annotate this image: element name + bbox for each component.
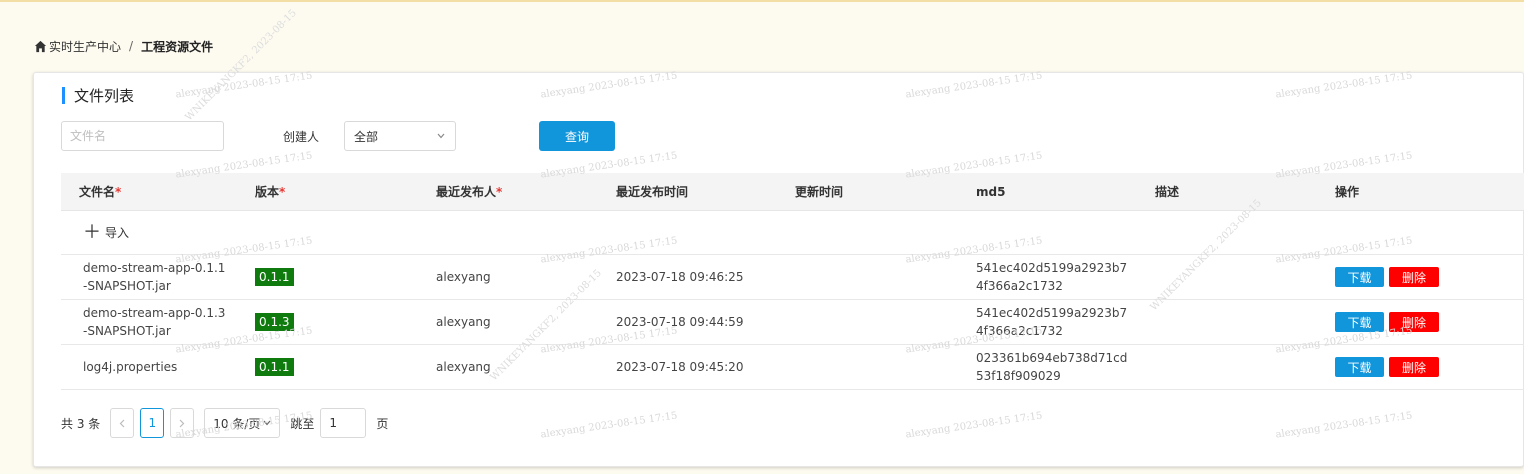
header-md5: md5 xyxy=(976,184,1006,199)
header-version: 版本 * xyxy=(255,184,286,199)
file-name: log4j.properties xyxy=(83,360,178,374)
publish-time: 2023-07-18 09:46:25 xyxy=(616,270,744,284)
card-title-text: 文件列表 xyxy=(74,86,135,105)
file-list-card: 文件列表 创建人 全部 查询 文件名* 版本* 最近发布人* 最近发布时间 更新… xyxy=(33,72,1524,467)
download-button[interactable]: 下载 xyxy=(1335,357,1384,377)
table-row: log4j.properties 0.1.1 alexyang 2023-07-… xyxy=(61,345,1524,390)
header-publish-time: 最近发布时间 xyxy=(616,184,689,199)
breadcrumb-separator: / xyxy=(129,39,134,53)
page-suffix: 页 xyxy=(376,416,389,431)
publisher: alexyang xyxy=(436,270,491,284)
download-button[interactable]: 下载 xyxy=(1335,312,1384,332)
breadcrumb-root[interactable]: 实时生产中心 xyxy=(49,38,121,55)
header-name: 文件名 * xyxy=(79,184,122,199)
creator-select[interactable]: 全部 xyxy=(344,121,456,151)
publisher: alexyang xyxy=(436,360,491,374)
filename-search-input[interactable] xyxy=(61,121,224,151)
header-update-time: 更新时间 xyxy=(795,184,844,199)
chevron-left-icon xyxy=(119,419,125,427)
header-description: 描述 xyxy=(1155,184,1180,199)
delete-button[interactable]: 删除 xyxy=(1389,312,1439,332)
table-header: 文件名 * 版本 * 最近发布人 * 最近发布时间 更新时间 md5 描述 操作 xyxy=(61,173,1524,211)
import-label: 导入 xyxy=(105,225,130,240)
page-size-select[interactable]: 10 条/页 xyxy=(204,408,281,438)
top-accent-line xyxy=(0,0,1524,2)
md5-value: 023361b694eb738d71cd 53f18f909029 xyxy=(976,351,1128,383)
file-name: demo-stream-app-0.1.1 -SNAPSHOT.jar xyxy=(83,261,226,293)
md5-value: 541ec402d5199a2923b7 4f366a2c1732 xyxy=(976,261,1128,293)
version-badge: 0.1.1 xyxy=(255,268,294,286)
delete-button[interactable]: 删除 xyxy=(1389,267,1439,287)
next-page-button[interactable] xyxy=(170,408,195,438)
title-accent-bar xyxy=(62,86,65,104)
publisher: alexyang xyxy=(436,315,491,329)
publish-time: 2023-07-18 09:44:59 xyxy=(616,315,744,329)
plus-icon: ＋ xyxy=(83,221,101,243)
chevron-right-icon xyxy=(179,419,185,427)
version-badge: 0.1.1 xyxy=(255,358,294,376)
download-button[interactable]: 下载 xyxy=(1335,267,1384,287)
total-count: 共 3 条 xyxy=(61,416,101,431)
table-row: demo-stream-app-0.1.3 -SNAPSHOT.jar 0.1.3… xyxy=(61,300,1524,345)
file-table: 文件名 * 版本 * 最近发布人 * 最近发布时间 更新时间 md5 描述 操作 ＋ … xyxy=(61,173,1524,390)
breadcrumb: 实时生产中心 / 工程资源文件 xyxy=(34,38,213,54)
md5-value: 541ec402d5199a2923b7 4f366a2c1732 xyxy=(976,306,1128,338)
query-button[interactable]: 查询 xyxy=(539,121,615,151)
home-icon xyxy=(34,40,47,52)
creator-select-value: 全部 xyxy=(354,129,379,144)
file-name: demo-stream-app-0.1.3 -SNAPSHOT.jar xyxy=(83,306,226,338)
import-button[interactable]: ＋ 导入 xyxy=(83,221,130,243)
card-title: 文件列表 xyxy=(62,85,134,105)
version-badge: 0.1.3 xyxy=(255,313,294,331)
page-size-value: 10 条/页 xyxy=(213,416,261,431)
chevron-down-icon xyxy=(263,420,271,426)
delete-button[interactable]: 删除 xyxy=(1389,357,1439,377)
prev-page-button[interactable] xyxy=(110,408,135,438)
pagination: 共 3 条 1 10 条/页 跳至 页 xyxy=(61,408,388,438)
creator-label: 创建人 xyxy=(283,130,320,144)
breadcrumb-current: 工程资源文件 xyxy=(141,39,214,54)
page-number[interactable]: 1 xyxy=(140,408,165,438)
header-actions: 操作 xyxy=(1335,184,1360,199)
table-row: demo-stream-app-0.1.1 -SNAPSHOT.jar 0.1.1… xyxy=(61,255,1524,300)
chevron-down-icon xyxy=(437,133,445,139)
jump-page-input[interactable] xyxy=(320,408,367,438)
jump-label: 跳至 xyxy=(290,416,315,431)
header-publisher: 最近发布人 * xyxy=(436,184,503,199)
publish-time: 2023-07-18 09:45:20 xyxy=(616,360,744,374)
import-row: ＋ 导入 xyxy=(61,211,1524,255)
